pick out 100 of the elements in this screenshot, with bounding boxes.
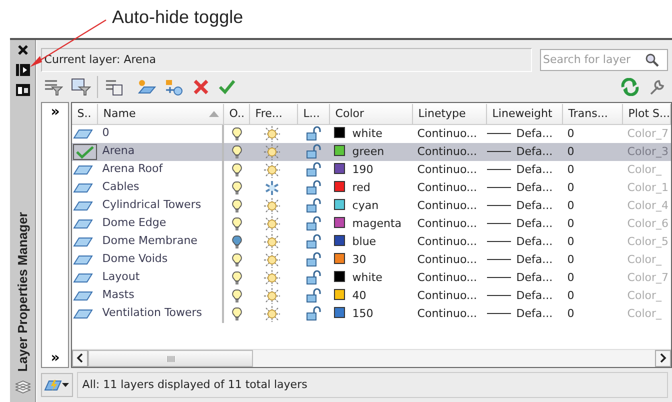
layer-row[interactable]: Masts 40 Continuo... Defa... 0 Color_ [72, 287, 671, 305]
unlocked-padlock-icon[interactable] [306, 216, 322, 232]
linetype-text: Continuo... [416, 180, 478, 196]
search-field[interactable]: Search for layer [540, 49, 668, 71]
scroll-right-button[interactable] [655, 350, 671, 367]
unlocked-padlock-icon[interactable] [306, 288, 322, 304]
color-swatch[interactable] [334, 252, 346, 264]
snowflake-icon[interactable] [264, 180, 280, 196]
column-header[interactable]: Name [103, 104, 136, 124]
chevron-right-icon [659, 352, 667, 363]
transparency-value: 0 [566, 126, 576, 142]
layer-row[interactable]: Cylindrical Towers cyan Continuo... Defa... 0 Color_4 [72, 197, 671, 215]
lightbulb-icon[interactable] [232, 162, 242, 177]
lineweight-text: Defa... [516, 198, 553, 212]
expand-filter-toggle[interactable]: » [50, 349, 60, 367]
column-header[interactable]: L... [303, 106, 320, 120]
color-swatch[interactable] [334, 144, 346, 156]
lightbulb-icon[interactable] [232, 198, 242, 213]
lightbulb-icon[interactable] [232, 270, 242, 285]
layer-row[interactable]: Cables red Continuo... Defa... 0 Color_1 [72, 179, 671, 197]
sun-icon[interactable] [264, 216, 280, 232]
current-layer-label: Current layer: Arena [41, 48, 532, 72]
unlocked-padlock-icon[interactable] [306, 162, 322, 178]
sun-icon[interactable] [264, 306, 280, 322]
color-swatch[interactable] [334, 306, 346, 318]
column-header[interactable]: Color [335, 106, 364, 120]
lightbulb-icon[interactable] [232, 180, 242, 195]
lightbulb-icon[interactable] [232, 234, 242, 249]
layer-row[interactable]: Dome Voids 30 Continuo... Defa... 0 Color_ [72, 251, 671, 269]
layer-row[interactable]: Dome Edge magenta Continuo... Defa... 0 Color_6 [72, 215, 671, 233]
lightbulb-icon[interactable] [232, 216, 242, 231]
column-header[interactable]: Plot S... [628, 106, 670, 120]
linetype-text: Continuo... [416, 144, 478, 160]
auto-hide-icon[interactable] [16, 64, 30, 76]
properties-icon[interactable] [16, 84, 30, 96]
unlocked-padlock-icon[interactable] [306, 180, 322, 196]
color-swatch[interactable] [334, 162, 346, 174]
linetype-text: Continuo... [416, 234, 478, 250]
unlocked-padlock-icon[interactable] [306, 126, 322, 142]
column-header[interactable]: Linetype [418, 106, 466, 120]
sun-icon[interactable] [264, 252, 280, 268]
search-icon[interactable] [645, 53, 659, 67]
status-text: All: 11 layers displayed of 11 total layers [81, 378, 308, 391]
unlocked-padlock-icon[interactable] [306, 198, 322, 214]
lightbulb-icon[interactable] [232, 288, 242, 303]
sun-icon[interactable] [264, 234, 280, 250]
color-swatch[interactable] [334, 234, 346, 246]
color-swatch[interactable] [334, 288, 346, 300]
sun-icon[interactable] [264, 126, 280, 142]
sun-icon[interactable] [264, 144, 280, 160]
plot-style-text: Color_6 [626, 216, 670, 232]
unlocked-padlock-icon[interactable] [306, 252, 322, 268]
linetype-text: Continuo... [416, 162, 478, 178]
color-swatch[interactable] [334, 126, 346, 138]
layer-row[interactable]: Layout white Continuo... Defa... 0 Color_7 [72, 269, 671, 287]
lightbulb-icon[interactable] [232, 252, 242, 267]
color-swatch[interactable] [334, 198, 346, 210]
unlocked-padlock-icon[interactable] [306, 270, 322, 286]
layer-row[interactable]: Dome Membrane blue Continuo... Defa... 0 Color_5 [72, 233, 671, 251]
chevron-left-icon [76, 352, 84, 363]
unlocked-padlock-icon[interactable] [306, 144, 322, 160]
color-swatch[interactable] [334, 180, 346, 192]
new-group-filter-button[interactable] [69, 78, 94, 96]
lineweight-sample [487, 169, 512, 170]
column-header[interactable]: O.. [229, 106, 245, 120]
column-header[interactable]: Trans... [568, 106, 608, 120]
color-swatch[interactable] [334, 216, 346, 228]
column-header[interactable]: S.. [77, 106, 92, 120]
color-swatch[interactable] [334, 270, 346, 282]
transparency-value: 0 [566, 270, 576, 286]
unlocked-padlock-icon[interactable] [306, 306, 322, 322]
sun-icon[interactable] [264, 162, 280, 178]
plot-style-text: Color_ [626, 162, 663, 178]
layer-row[interactable]: Arena green Continuo... Defa... 0 Color_3 [72, 143, 671, 161]
close-icon[interactable] [16, 44, 29, 56]
expand-filter-toggle[interactable]: » [50, 103, 60, 121]
unlocked-padlock-icon[interactable] [306, 234, 322, 250]
caret-icon [62, 382, 70, 388]
layer-name: Cables [98, 179, 224, 197]
lightbulb-icon[interactable] [232, 306, 242, 321]
layer-name: Dome Edge [98, 215, 224, 233]
lightbulb-icon[interactable] [232, 144, 242, 159]
column-header[interactable]: Fre... [255, 106, 282, 120]
callout-label: Auto-hide toggle [112, 6, 244, 29]
scrollbar-thumb[interactable] [88, 350, 254, 367]
layer-name: Dome Voids [98, 251, 224, 269]
scroll-left-button[interactable] [72, 350, 88, 367]
color-name: white [352, 126, 382, 140]
sun-icon[interactable] [264, 288, 280, 304]
color-name: red [352, 180, 370, 194]
lightbulb-icon[interactable] [232, 126, 242, 141]
lineweight-text: Defa... [516, 180, 553, 194]
lineweight-text: Defa... [516, 306, 553, 320]
sun-icon[interactable] [264, 198, 280, 214]
plot-style-text: Color_5 [626, 234, 670, 250]
layer-row[interactable]: Ventilation Towers 150 Continuo... Defa... 0 Color_ [72, 305, 671, 323]
column-header[interactable]: Lineweight [492, 106, 552, 120]
layer-row[interactable]: Arena Roof 190 Continuo... Defa... 0 Color_ [72, 161, 671, 179]
invert-filter-dropdown[interactable] [41, 373, 74, 397]
sun-icon[interactable] [264, 270, 280, 286]
